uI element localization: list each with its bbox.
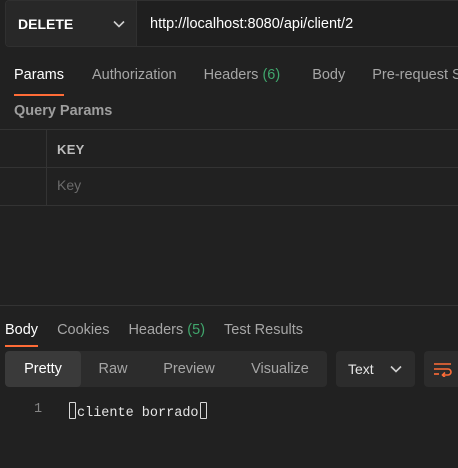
tab-response-headers[interactable]: Headers (5) (128, 322, 205, 338)
request-tabs: Params Authorization Headers (6) Body Pr… (0, 56, 458, 96)
wrap-lines-button[interactable] (424, 351, 458, 387)
tab-authorization[interactable]: Authorization (92, 67, 177, 83)
method-label: DELETE (18, 15, 74, 32)
view-mode-selector: Pretty Raw Preview Visualize (5, 351, 327, 387)
response-divider (0, 305, 458, 306)
control-char-glyph (199, 402, 207, 419)
view-visualize-button[interactable]: Visualize (233, 351, 327, 387)
wrap-lines-icon (434, 363, 452, 377)
view-pretty-button[interactable]: Pretty (5, 351, 81, 387)
tab-cookies[interactable]: Cookies (57, 322, 109, 338)
view-raw-button[interactable]: Raw (81, 351, 145, 387)
format-select-value: Text (348, 361, 374, 377)
line-number: 1 (34, 402, 43, 417)
tab-pre-request-script[interactable]: Pre-request S (372, 67, 458, 83)
table-header-row: KEY (0, 130, 458, 168)
key-input[interactable] (57, 177, 357, 193)
key-column-header: KEY (57, 142, 85, 157)
response-headers-count: (5) (187, 322, 206, 338)
control-char-glyph (69, 402, 76, 419)
request-url-bar: DELETE http://localhost:8080/api/client/… (5, 0, 458, 47)
query-params-title: Query Params (14, 103, 113, 119)
query-params-table: KEY (0, 129, 458, 206)
tab-body[interactable]: Body (312, 67, 345, 83)
tab-params[interactable]: Params (14, 67, 64, 96)
chevron-down-icon (113, 20, 125, 28)
tab-test-results[interactable]: Test Results (224, 322, 303, 338)
url-input[interactable]: http://localhost:8080/api/client/2 (137, 1, 458, 46)
column-divider (46, 130, 47, 167)
chevron-down-icon (390, 365, 402, 373)
tab-response-body[interactable]: Body (5, 322, 39, 347)
column-divider (46, 168, 47, 206)
headers-count: (6) (262, 67, 281, 83)
url-text: http://localhost:8080/api/client/2 (150, 15, 354, 32)
response-body-line: 1 cliente borrado (0, 401, 458, 421)
format-select[interactable]: Text (336, 351, 415, 387)
table-row (0, 168, 458, 206)
response-tabs: Body Cookies Headers (5) Test Results (0, 316, 458, 347)
tab-headers[interactable]: Headers (6) (204, 67, 281, 83)
view-preview-button[interactable]: Preview (145, 351, 233, 387)
response-body-text: cliente borrado (68, 402, 208, 421)
method-select[interactable]: DELETE (6, 1, 137, 46)
